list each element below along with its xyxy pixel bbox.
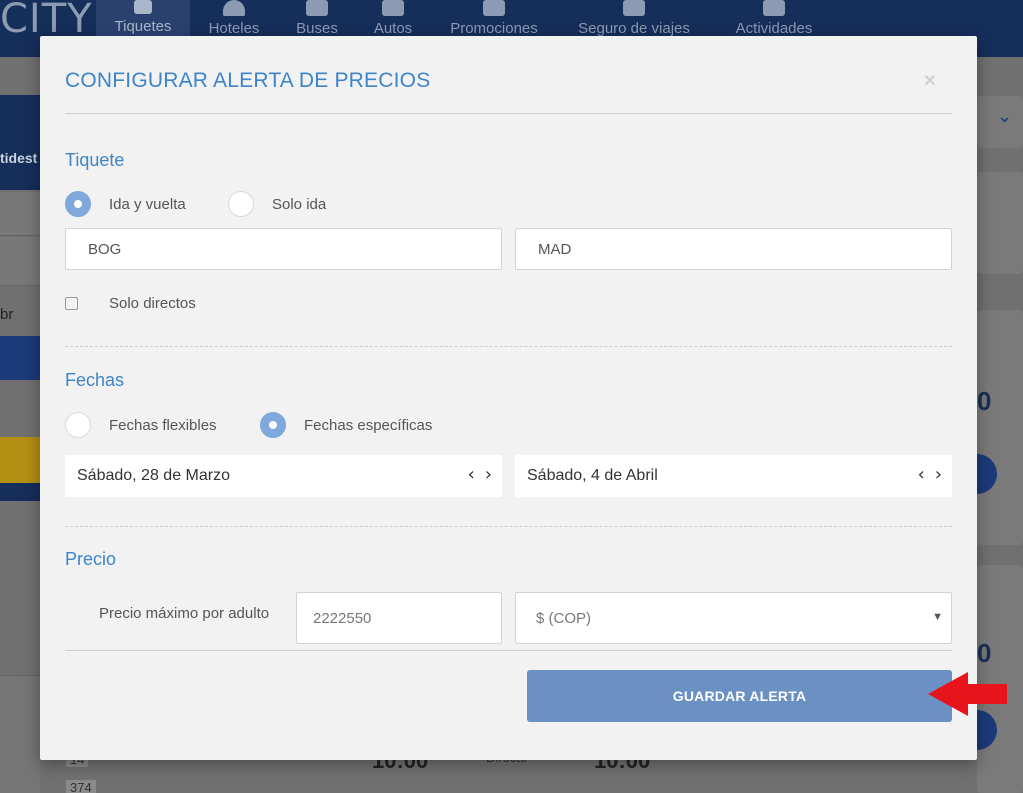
nav-label: Promociones xyxy=(450,20,538,37)
direct-only-label: Solo directos xyxy=(109,295,196,312)
medkit-icon xyxy=(623,0,645,16)
bg-left-dark-strip xyxy=(0,483,40,501)
bg-left-number: 374 xyxy=(66,780,96,793)
bg-left-row xyxy=(0,192,40,236)
car-icon xyxy=(382,0,404,16)
radio-label: Fechas flexibles xyxy=(109,416,217,434)
save-alert-button[interactable]: GUARDAR ALERTA xyxy=(527,670,952,722)
bg-right-card: ⌄ xyxy=(977,96,1023,148)
date-arrows: ‹ › xyxy=(468,466,492,484)
currency-value: $ (COP) xyxy=(536,609,592,627)
plane-icon xyxy=(134,0,152,14)
modal-title: CONFIGURAR ALERTA DE PRECIOS xyxy=(65,69,431,92)
megaphone-icon xyxy=(483,0,505,16)
radio-ida-y-vuelta[interactable]: Ida y vuelta xyxy=(65,191,186,217)
max-price-input[interactable]: 2222550 xyxy=(296,592,502,644)
date-arrows: ‹ › xyxy=(918,466,942,484)
radio-fechas-especificas[interactable]: Fechas específicas xyxy=(260,412,432,438)
bus-icon xyxy=(306,0,328,16)
bg-left-text: br xyxy=(0,306,14,323)
divider xyxy=(65,650,952,651)
bg-left-text: tidest xyxy=(0,150,38,166)
return-date-value: Sábado, 4 de Abril xyxy=(527,467,658,484)
radio-dot[interactable] xyxy=(228,191,254,217)
price-alert-modal: CONFIGURAR ALERTA DE PRECIOS × Tiquete I… xyxy=(40,36,977,760)
nav-label: Autos xyxy=(373,20,413,37)
radio-dot[interactable] xyxy=(65,191,91,217)
bg-right-card xyxy=(977,172,1023,274)
nav-label: Seguro de viajes xyxy=(578,20,690,37)
radio-dot[interactable] xyxy=(260,412,286,438)
radio-label: Fechas específicas xyxy=(304,416,433,434)
max-price-label: Precio máximo por adulto xyxy=(99,605,270,622)
ticket-icon xyxy=(763,0,785,16)
nav-label: Hoteles xyxy=(208,20,260,37)
radio-dot[interactable] xyxy=(65,412,91,438)
divider-dashed xyxy=(65,526,952,527)
origin-input[interactable]: BOG xyxy=(65,228,502,270)
chevron-left-icon[interactable]: ‹ xyxy=(918,466,925,484)
bg-right-price: 0 xyxy=(977,638,992,668)
radio-label: Solo ida xyxy=(272,195,327,213)
bg-left-lower xyxy=(0,675,40,793)
bell-icon xyxy=(223,0,245,16)
divider xyxy=(65,113,952,114)
section-title-tiquete: Tiquete xyxy=(65,150,125,170)
direct-only-checkbox[interactable] xyxy=(65,297,78,310)
direct-only-option[interactable]: Solo directos xyxy=(65,295,196,312)
chevron-left-icon[interactable]: ‹ xyxy=(468,466,475,484)
nav-label: Actividades xyxy=(735,20,813,37)
departure-date-value: Sábado, 28 de Marzo xyxy=(77,467,230,484)
bg-left-blue-bar xyxy=(0,336,40,380)
departure-date-picker[interactable]: Sábado, 28 de Marzo ‹ › xyxy=(65,455,502,497)
bg-right-card xyxy=(977,310,1023,545)
destination-input[interactable]: MAD xyxy=(515,228,952,270)
radio-solo-ida[interactable]: Solo ida xyxy=(228,191,326,217)
red-arrow-annotation-icon xyxy=(928,672,1007,716)
radio-fechas-flexibles[interactable]: Fechas flexibles xyxy=(65,412,217,438)
bg-left-row xyxy=(0,237,40,286)
radio-label: Ida y vuelta xyxy=(109,195,186,213)
divider-dashed xyxy=(65,346,952,347)
return-date-picker[interactable]: Sábado, 4 de Abril ‹ › xyxy=(515,455,952,497)
chevron-right-icon[interactable]: › xyxy=(485,466,492,484)
currency-select[interactable]: $ (COP) ▼ xyxy=(515,592,952,644)
chevron-right-icon[interactable]: › xyxy=(935,466,942,484)
section-title-fechas: Fechas xyxy=(65,370,125,390)
caret-down-icon: ▼ xyxy=(932,611,943,623)
close-icon[interactable]: × xyxy=(924,70,936,93)
nav-label: Tiquetes xyxy=(114,18,172,35)
bg-right-price: 0 xyxy=(977,386,992,416)
bg-left-yellow-bar xyxy=(0,437,40,483)
nav-label: Buses xyxy=(296,20,338,37)
chevron-down-icon: ⌄ xyxy=(997,106,1013,127)
section-title-precio: Precio xyxy=(65,549,117,569)
bg-left-panel-dark xyxy=(0,95,40,190)
